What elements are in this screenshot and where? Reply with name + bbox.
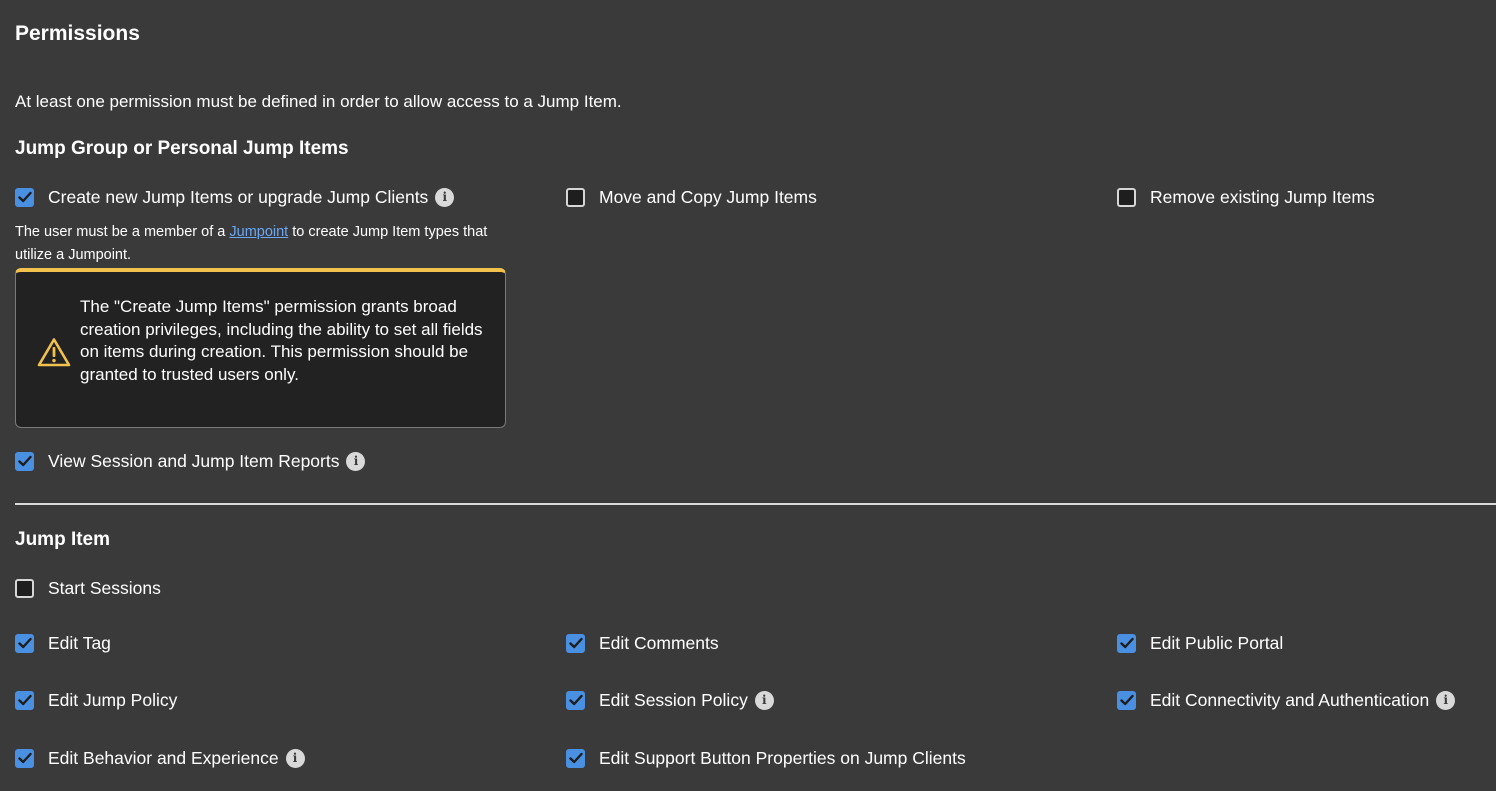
edit-behavior-checkbox-row[interactable]: Edit Behavior and Experience i [15, 746, 305, 770]
edit-connectivity-label: Edit Connectivity and Authentication [1150, 689, 1430, 710]
edit-comments-label: Edit Comments [599, 632, 719, 653]
edit-public-portal-checkbox[interactable] [1117, 633, 1136, 653]
page-title: Permissions [15, 22, 140, 45]
remove-items-checkbox[interactable] [1117, 187, 1136, 207]
edit-tag-checkbox[interactable] [15, 633, 34, 653]
warning-box: The "Create Jump Items" permission grant… [15, 268, 506, 428]
permissions-page: Permissions At least one permission must… [0, 0, 1496, 791]
create-items-checkbox-row[interactable]: Create new Jump Items or upgrade Jump Cl… [15, 185, 455, 209]
info-icon[interactable]: i [346, 451, 366, 471]
edit-public-portal-checkbox-row[interactable]: Edit Public Portal [1117, 631, 1283, 655]
move-copy-checkbox[interactable] [566, 187, 585, 207]
view-reports-checkbox[interactable] [15, 451, 34, 471]
info-icon[interactable]: i [435, 187, 455, 207]
edit-jump-policy-checkbox-row[interactable]: Edit Jump Policy [15, 688, 177, 712]
section-divider [15, 503, 1496, 505]
edit-session-policy-checkbox[interactable] [566, 690, 585, 710]
intro-text: At least one permission must be defined … [15, 92, 622, 111]
info-icon[interactable]: i [754, 690, 774, 710]
warning-text: The "Create Jump Items" permission grant… [80, 297, 483, 384]
edit-tag-label: Edit Tag [48, 632, 111, 653]
start-sessions-checkbox[interactable] [15, 578, 34, 598]
jumpoint-link[interactable]: Jumpoint [229, 224, 288, 240]
section-title-jump-item: Jump Item [15, 529, 111, 550]
edit-support-button-checkbox[interactable] [566, 748, 585, 768]
edit-support-button-checkbox-row[interactable]: Edit Support Button Properties on Jump C… [566, 746, 966, 770]
create-items-label: Create new Jump Items or upgrade Jump Cl… [48, 186, 429, 207]
edit-behavior-label: Edit Behavior and Experience [48, 747, 279, 768]
create-items-checkbox[interactable] [15, 187, 34, 207]
move-copy-checkbox-row[interactable]: Move and Copy Jump Items [566, 185, 817, 209]
start-sessions-checkbox-row[interactable]: Start Sessions [15, 576, 161, 600]
edit-connectivity-checkbox-row[interactable]: Edit Connectivity and Authentication i [1117, 688, 1456, 712]
edit-connectivity-checkbox[interactable] [1117, 690, 1136, 710]
view-reports-label: View Session and Jump Item Reports [48, 450, 340, 471]
remove-items-checkbox-row[interactable]: Remove existing Jump Items [1117, 185, 1375, 209]
info-icon[interactable]: i [285, 748, 305, 768]
edit-behavior-checkbox[interactable] [15, 748, 34, 768]
view-reports-checkbox-row[interactable]: View Session and Jump Item Reports i [15, 449, 366, 473]
edit-jump-policy-label: Edit Jump Policy [48, 689, 178, 710]
edit-public-portal-label: Edit Public Portal [1150, 632, 1284, 653]
move-copy-label: Move and Copy Jump Items [599, 186, 817, 207]
info-icon[interactable]: i [1436, 690, 1456, 710]
edit-comments-checkbox[interactable] [566, 633, 585, 653]
warning-icon [37, 337, 71, 372]
start-sessions-label: Start Sessions [48, 577, 161, 598]
edit-support-button-label: Edit Support Button Properties on Jump C… [599, 747, 966, 768]
edit-session-policy-label: Edit Session Policy [599, 689, 748, 710]
edit-session-policy-checkbox-row[interactable]: Edit Session Policy i [566, 688, 774, 712]
edit-tag-checkbox-row[interactable]: Edit Tag [15, 631, 111, 655]
section-title-jump-group: Jump Group or Personal Jump Items [15, 138, 349, 159]
edit-comments-checkbox-row[interactable]: Edit Comments [566, 631, 719, 655]
jumpoint-note: The user must be a member of a Jumpoint … [15, 224, 488, 263]
remove-items-label: Remove existing Jump Items [1150, 186, 1375, 207]
edit-jump-policy-checkbox[interactable] [15, 690, 34, 710]
